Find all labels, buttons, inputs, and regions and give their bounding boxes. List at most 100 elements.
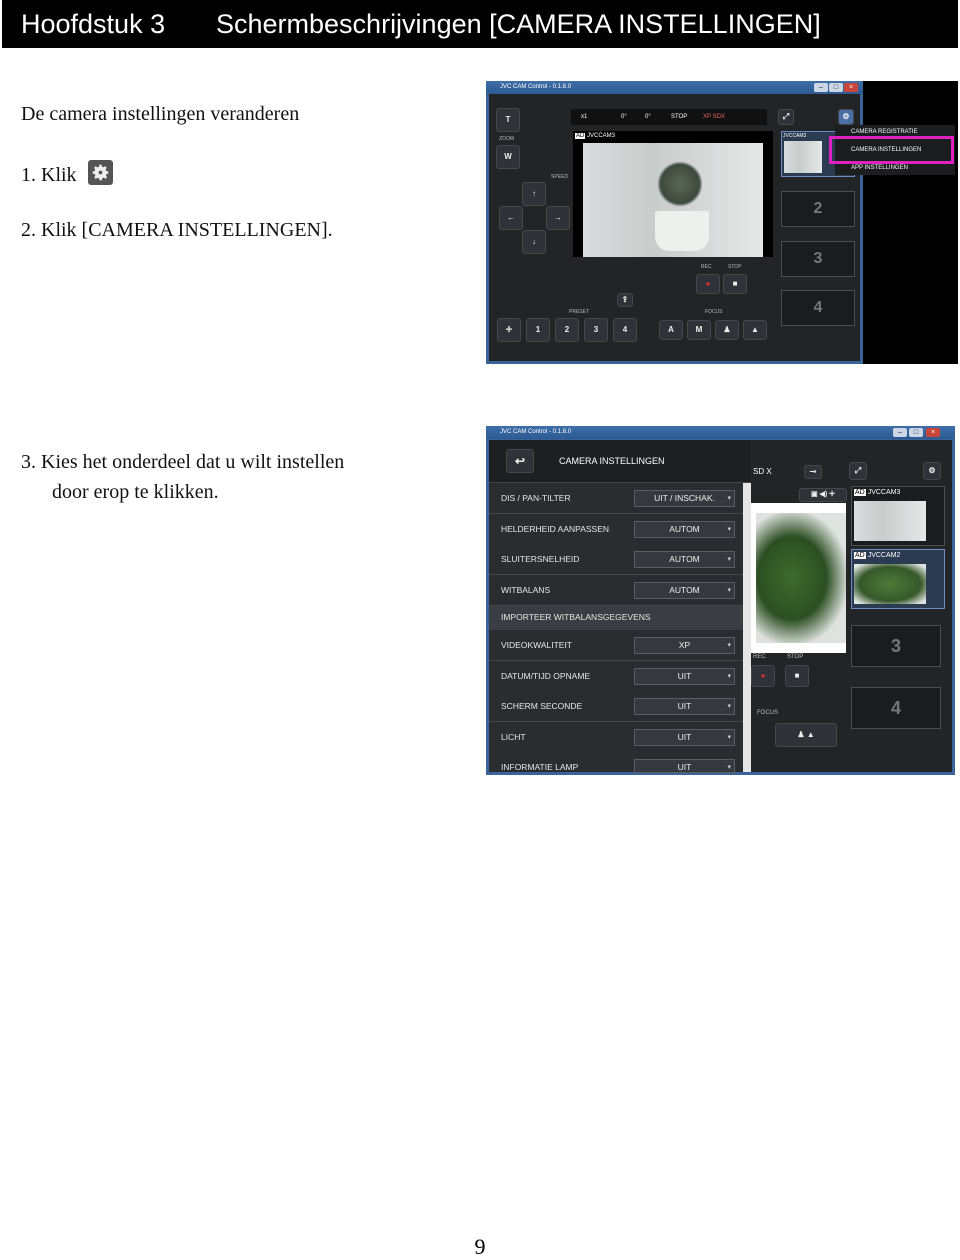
- settings-panel-title: CAMERA INSTELLINGEN: [559, 456, 665, 466]
- step-3-line2: door erop te klikken.: [52, 481, 219, 503]
- menu-camera-registratie[interactable]: CAMERA REGISTRATIE: [851, 129, 918, 135]
- setting-name: VIDEOKWALITEIT: [501, 640, 573, 650]
- preset-save-icon[interactable]: ⇪: [617, 293, 633, 307]
- thumb-jvccam3[interactable]: AD JVCCAM3: [851, 486, 945, 546]
- thumb-jvccam2[interactable]: AD JVCCAM2: [851, 549, 945, 609]
- setting-value-dropdown[interactable]: UIT: [634, 759, 735, 775]
- settings-gear-button-2[interactable]: ⚙: [923, 462, 941, 480]
- setting-row-helderheid[interactable]: HELDERHEID AANPASSEN AUTOM: [489, 514, 751, 545]
- app-body-2: SD X ⊸ ⤢ ⚙ ▣ ◀) ✛ AD JVCCAM3 AD JVCCAM2 …: [489, 440, 952, 775]
- menu-app-instellingen[interactable]: APP INSTELLINGEN: [851, 165, 908, 171]
- setting-row-videokwaliteit[interactable]: VIDEOKWALITEIT XP: [489, 630, 751, 661]
- setting-value-dropdown[interactable]: AUTOM: [634, 551, 735, 568]
- preset-1-button[interactable]: 1: [526, 318, 550, 342]
- chapter-title: Schermbeschrijvingen [CAMERA INSTELLINGE…: [216, 9, 821, 39]
- pan-left-button[interactable]: ←: [499, 206, 523, 230]
- thumb-slot-2[interactable]: 2: [781, 191, 855, 227]
- settings-gear-button[interactable]: ⚙: [838, 109, 854, 125]
- window-close-button-2[interactable]: ×: [926, 428, 940, 437]
- camera-image: [583, 143, 763, 257]
- thumb-cam3-image: [784, 141, 822, 173]
- setting-row-informatie-lamp[interactable]: INFORMATIE LAMP UIT: [489, 752, 751, 775]
- cam2-badge: AD: [854, 552, 866, 559]
- setting-name: IMPORTEER WITBALANSGEGEVENS: [501, 612, 651, 622]
- setting-row-datum-tijd[interactable]: DATUM/TIJD OPNAME UIT: [489, 661, 751, 692]
- focus-auto-button[interactable]: A: [659, 320, 683, 340]
- preset-home-icon[interactable]: ✛: [497, 318, 521, 342]
- camera-name: JVCCAM3: [587, 133, 616, 139]
- preset-4-button[interactable]: 4: [613, 318, 637, 342]
- main-camera-view: AD JVCCAM3: [573, 131, 773, 257]
- preset-2-button[interactable]: 2: [555, 318, 579, 342]
- settings-scrollbar[interactable]: [743, 483, 751, 772]
- back-icon[interactable]: ↩: [506, 449, 534, 473]
- rec-label: REC: [701, 264, 712, 270]
- maximize-button-2[interactable]: □: [909, 428, 923, 437]
- page-number: 9: [474, 1234, 486, 1259]
- focus-near-icon[interactable]: ♟: [715, 320, 739, 340]
- plant-photo: [756, 513, 846, 643]
- preset-3-button[interactable]: 3: [584, 318, 608, 342]
- minimize-button[interactable]: –: [814, 83, 828, 92]
- setting-value-dropdown[interactable]: AUTOM: [634, 582, 735, 599]
- window-close-button[interactable]: ×: [844, 83, 858, 92]
- setting-row-licht[interactable]: LICHT UIT: [489, 722, 751, 753]
- setting-value-dropdown[interactable]: XP: [634, 637, 735, 654]
- media-status-2: SD X: [753, 467, 772, 476]
- background-view: SD X ⊸ ⤢ ⚙ ▣ ◀) ✛ AD JVCCAM3 AD JVCCAM2 …: [751, 440, 952, 772]
- zoom-status: x1: [581, 114, 588, 120]
- power-icon[interactable]: ⊸: [804, 465, 822, 479]
- chapter-header: Hoofdstuk 3 Schermbeschrijvingen [CAMERA…: [2, 0, 958, 48]
- thumb-slot-4[interactable]: 4: [781, 290, 855, 326]
- setting-row-sluitersnelheid[interactable]: SLUITERSNELHEID AUTOM: [489, 544, 751, 575]
- setting-value-dropdown[interactable]: UIT / INSCHAK.: [634, 490, 735, 507]
- stop-label-2: STOP: [787, 654, 804, 660]
- thumb-slot-3[interactable]: 3: [781, 241, 855, 277]
- thumb-jvccam3-image: [854, 501, 926, 541]
- setting-name: DATUM/TIJD OPNAME: [501, 671, 591, 681]
- stop-button-2[interactable]: ■: [785, 665, 809, 687]
- settings-panel-header: ↩ CAMERA INSTELLINGEN: [489, 440, 751, 483]
- preset-label: PRESET: [569, 309, 590, 315]
- pan-up-button[interactable]: ↑: [522, 182, 546, 206]
- step-2: 2. Klik [CAMERA INSTELLINGEN].: [21, 219, 333, 241]
- setting-name: SCHERM SECONDE: [501, 701, 583, 711]
- pan-down-button[interactable]: ↓: [522, 230, 546, 254]
- thumb-jvccam2-label: AD JVCCAM2: [852, 550, 944, 561]
- focus-far-icon[interactable]: ▲: [743, 320, 767, 340]
- setting-row-dis[interactable]: DIS / PAN-TILTER UIT / INSCHAK.: [489, 483, 751, 514]
- camera-badge: AD: [575, 133, 586, 139]
- stop-button[interactable]: ■: [723, 274, 747, 294]
- rec-button[interactable]: ●: [696, 274, 720, 294]
- status-bar: x1 0° 0° STOP XP SDX: [571, 109, 767, 125]
- thumb-slot-3-2[interactable]: 3: [851, 625, 941, 667]
- media-status: XP SDX: [703, 114, 725, 120]
- view-controls[interactable]: ▣ ◀) ✛: [799, 488, 847, 502]
- setting-value-dropdown[interactable]: UIT: [634, 698, 735, 715]
- setting-value-dropdown[interactable]: UIT: [634, 729, 735, 746]
- setting-value-dropdown[interactable]: UIT: [634, 668, 735, 685]
- minimize-button-2[interactable]: –: [893, 428, 907, 437]
- expand-icon[interactable]: ⤢: [778, 109, 794, 125]
- focus-buttons-2[interactable]: ♟ ▲: [775, 723, 837, 747]
- thumb-slot-4-2[interactable]: 4: [851, 687, 941, 729]
- zoom-tele-button[interactable]: T: [496, 108, 520, 132]
- maximize-button[interactable]: □: [829, 83, 843, 92]
- screenshot-settings: JVC CAM Control - 0.1.8.0 – □ × SD X ⊸ ⤢…: [486, 426, 955, 775]
- focus-label: FOCUS: [705, 309, 723, 315]
- pan-status: 0°: [621, 114, 627, 120]
- expand-icon-2[interactable]: ⤢: [849, 462, 867, 480]
- focus-manual-button[interactable]: M: [687, 320, 711, 340]
- setting-value-dropdown[interactable]: AUTOM: [634, 521, 735, 538]
- setting-row-scherm-seconde[interactable]: SCHERM SECONDE UIT: [489, 691, 751, 722]
- main-view-2: [751, 503, 846, 653]
- setting-name: HELDERHEID AANPASSEN: [501, 524, 610, 534]
- rec-button-2[interactable]: ●: [751, 665, 775, 687]
- setting-name: INFORMATIE LAMP: [501, 762, 579, 772]
- step-3-line1: 3. Kies het onderdeel dat u wilt instell…: [21, 451, 345, 473]
- zoom-wide-button[interactable]: W: [496, 145, 520, 169]
- pan-right-button[interactable]: →: [546, 206, 570, 230]
- setting-row-importeer[interactable]: IMPORTEER WITBALANSGEGEVENS: [489, 606, 751, 631]
- speed-label: SPEED: [551, 174, 568, 180]
- setting-row-witbalans[interactable]: WITBALANS AUTOM: [489, 575, 751, 606]
